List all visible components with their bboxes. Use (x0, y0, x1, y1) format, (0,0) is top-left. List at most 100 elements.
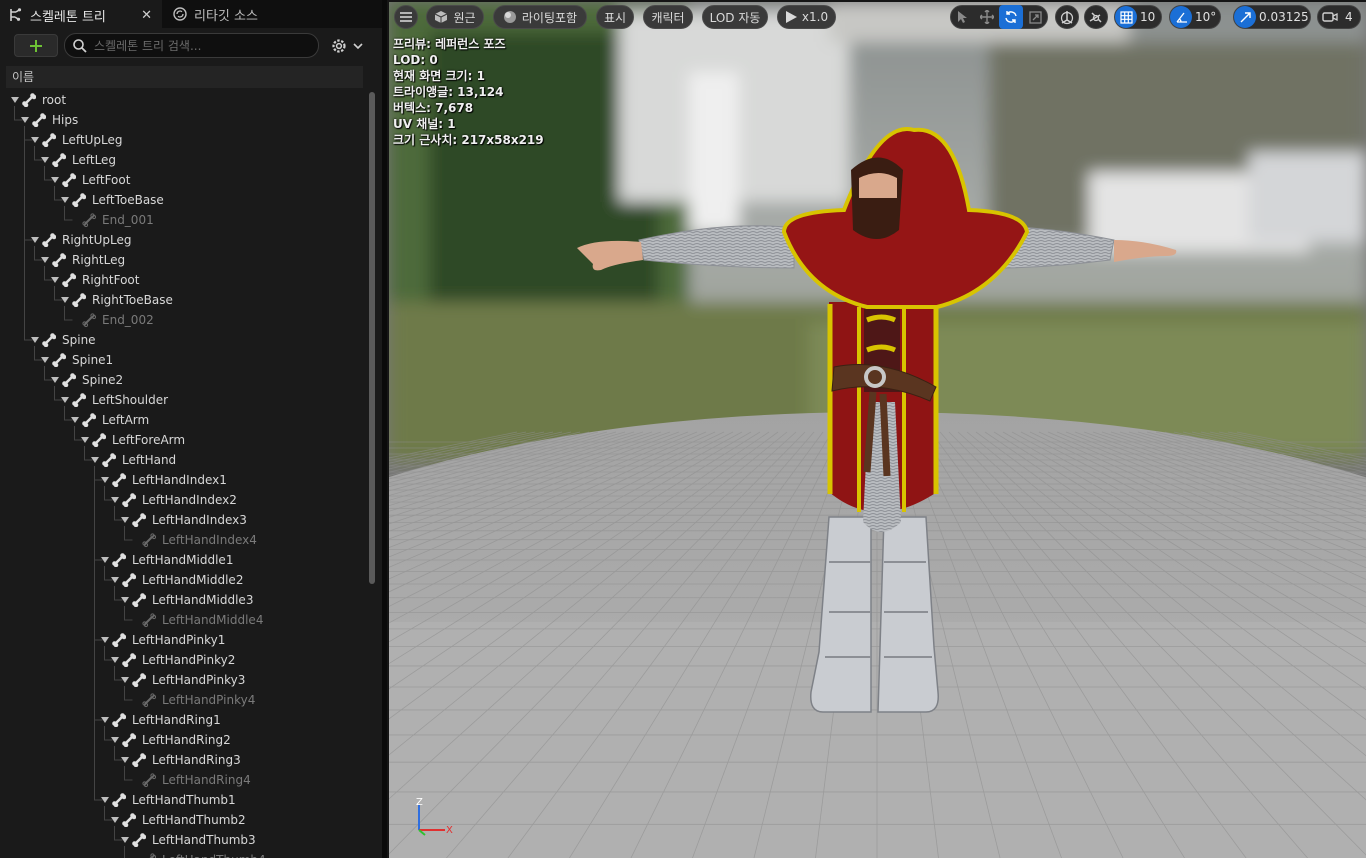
bone-row[interactable]: End_001 (6, 210, 366, 230)
close-icon[interactable]: ✕ (141, 8, 152, 23)
bone-row[interactable]: LeftHandIndex3 (6, 510, 366, 530)
expand-arrow-icon[interactable] (30, 135, 40, 145)
tab-retarget-source[interactable]: 리타깃 소스 (164, 0, 334, 28)
expand-arrow-icon[interactable] (60, 295, 70, 305)
perspective-button[interactable]: 원근 (426, 5, 484, 29)
bone-row[interactable]: LeftHandMiddle4 (6, 610, 366, 630)
bone-row[interactable]: RightFoot (6, 270, 366, 290)
expand-arrow-icon[interactable] (40, 355, 50, 365)
expand-arrow-icon[interactable] (30, 335, 40, 345)
bone-row[interactable]: Spine1 (6, 350, 366, 370)
show-button[interactable]: 표시 (596, 5, 634, 29)
bone-row[interactable]: LeftHandMiddle2 (6, 570, 366, 590)
bone-name: LeftHandRing3 (152, 753, 241, 767)
bone-row[interactable]: Spine (6, 330, 366, 350)
bone-row[interactable]: LeftShoulder (6, 390, 366, 410)
tree-scrollbar[interactable] (369, 92, 375, 584)
expand-arrow-icon[interactable] (110, 735, 120, 745)
panel-splitter[interactable] (382, 0, 387, 858)
bone-row[interactable]: RightUpLeg (6, 230, 366, 250)
expand-arrow-icon[interactable] (100, 715, 110, 725)
expand-arrow-icon[interactable] (50, 175, 60, 185)
expand-arrow-icon[interactable] (100, 555, 110, 565)
bone-row[interactable]: root (6, 90, 366, 110)
camera-speed-control[interactable]: 4 (1317, 5, 1361, 29)
expand-arrow-icon[interactable] (120, 755, 130, 765)
bone-row[interactable]: RightToeBase (6, 290, 366, 310)
expand-arrow-icon[interactable] (100, 635, 110, 645)
bone-row[interactable]: LeftHandRing3 (6, 750, 366, 770)
scale-snap-control[interactable]: 0.03125 (1233, 5, 1311, 29)
expand-arrow-icon[interactable] (100, 475, 110, 485)
expand-arrow-icon[interactable] (110, 815, 120, 825)
column-header-name[interactable]: 이름 (6, 66, 363, 88)
bone-row[interactable]: End_002 (6, 310, 366, 330)
playback-speed-button[interactable]: x1.0 (777, 5, 836, 29)
expand-arrow-icon[interactable] (120, 595, 130, 605)
viewport-menu-button[interactable] (394, 5, 418, 29)
bone-row[interactable]: LeftLeg (6, 150, 366, 170)
expand-arrow-icon[interactable] (110, 575, 120, 585)
bone-row[interactable]: LeftHandMiddle1 (6, 550, 366, 570)
expand-arrow-icon[interactable] (60, 395, 70, 405)
bone-row[interactable]: LeftArm (6, 410, 366, 430)
rotation-snap-control[interactable]: 10° (1169, 5, 1221, 29)
bone-row[interactable]: LeftHandMiddle3 (6, 590, 366, 610)
expand-arrow-icon[interactable] (80, 435, 90, 445)
settings-dropdown[interactable] (330, 36, 366, 56)
rotate-icon[interactable] (999, 5, 1023, 29)
search-input[interactable] (92, 37, 306, 54)
lod-button[interactable]: LOD 자동 (702, 5, 768, 29)
surface-snap-button[interactable] (1084, 5, 1108, 29)
expand-arrow-icon[interactable] (50, 275, 60, 285)
bone-row[interactable]: LeftHandPinky1 (6, 630, 366, 650)
expand-arrow-icon[interactable] (100, 795, 110, 805)
expand-arrow-icon[interactable] (50, 375, 60, 385)
expand-arrow-icon[interactable] (60, 195, 70, 205)
expand-arrow-icon[interactable] (10, 95, 20, 105)
bone-row[interactable]: Spine2 (6, 370, 366, 390)
bone-row[interactable]: LeftForeArm (6, 430, 366, 450)
bone-row[interactable]: LeftHandRing2 (6, 730, 366, 750)
search-box[interactable] (64, 33, 319, 58)
character-button[interactable]: 캐릭터 (643, 5, 693, 29)
bone-row[interactable]: LeftHandPinky4 (6, 690, 366, 710)
bone-row[interactable]: LeftHandPinky2 (6, 650, 366, 670)
coordinate-space-button[interactable] (1055, 5, 1079, 29)
preview-viewport[interactable]: 원근 라이팅포함 표시 캐릭터 LOD 자동 x1.0 10 10° 0.031… (389, 2, 1366, 858)
expand-arrow-icon[interactable] (40, 155, 50, 165)
select-icon[interactable] (951, 5, 975, 29)
bone-row[interactable]: RightLeg (6, 250, 366, 270)
bone-row[interactable]: LeftHandIndex4 (6, 530, 366, 550)
bone-row[interactable]: LeftToeBase (6, 190, 366, 210)
add-button[interactable] (14, 34, 58, 57)
bone-row[interactable]: LeftHandPinky3 (6, 670, 366, 690)
bone-row[interactable]: LeftHandIndex1 (6, 470, 366, 490)
bone-row[interactable]: LeftUpLeg (6, 130, 366, 150)
expand-arrow-icon[interactable] (20, 115, 30, 125)
bone-row[interactable]: LeftFoot (6, 170, 366, 190)
expand-arrow-icon[interactable] (110, 495, 120, 505)
bone-row[interactable]: LeftHandThumb2 (6, 810, 366, 830)
bone-row[interactable]: LeftHandThumb3 (6, 830, 366, 850)
translate-icon[interactable] (975, 5, 999, 29)
expand-arrow-icon[interactable] (120, 515, 130, 525)
expand-arrow-icon[interactable] (120, 675, 130, 685)
bone-row[interactable]: LeftHandThumb1 (6, 790, 366, 810)
expand-arrow-icon[interactable] (30, 235, 40, 245)
bone-row[interactable]: LeftHandThumb4 (6, 850, 366, 858)
expand-arrow-icon[interactable] (120, 835, 130, 845)
grid-snap-control[interactable]: 10 (1114, 5, 1162, 29)
tab-skeleton-tree[interactable]: 스켈레톤 트리 ✕ (0, 0, 162, 28)
scale-icon[interactable] (1023, 5, 1047, 29)
bone-row[interactable]: LeftHandRing4 (6, 770, 366, 790)
expand-arrow-icon[interactable] (110, 655, 120, 665)
expand-arrow-icon[interactable] (40, 255, 50, 265)
bone-row[interactable]: Hips (6, 110, 366, 130)
lighting-button[interactable]: 라이팅포함 (493, 5, 587, 29)
bone-row[interactable]: LeftHand (6, 450, 366, 470)
expand-arrow-icon[interactable] (70, 415, 80, 425)
bone-row[interactable]: LeftHandRing1 (6, 710, 366, 730)
expand-arrow-icon[interactable] (90, 455, 100, 465)
bone-row[interactable]: LeftHandIndex2 (6, 490, 366, 510)
